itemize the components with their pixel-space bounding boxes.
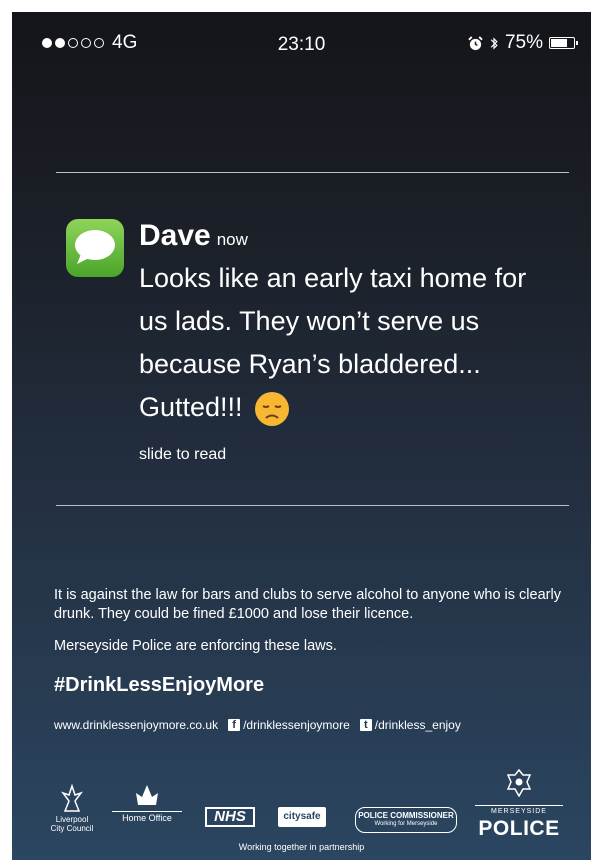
liver-bird-icon — [60, 783, 84, 812]
campaign-links: www.drinklessenjoymore.co.uk f /drinkles… — [54, 718, 461, 732]
home-office-label: Home Office — [112, 811, 182, 823]
facebook-icon: f — [228, 719, 241, 731]
notification-time: now — [216, 230, 248, 249]
campaign-hashtag: #DrinkLessEnjoyMore — [54, 674, 265, 696]
twitter-icon: t — [359, 719, 372, 731]
notification-body: Dave now Looks like an early taxi home fo… — [139, 219, 559, 429]
message-text: Looks like an early taxi home for us lad… — [139, 263, 527, 422]
twitter-link[interactable]: t /drinkless_enjoy — [359, 718, 461, 732]
sender-name: Dave — [139, 219, 211, 252]
commissioner-sub: Working for Merseyside — [374, 821, 438, 827]
messages-icon — [66, 219, 124, 277]
partnership-footer: Working together in partnership — [238, 842, 365, 852]
disappointed-face-emoji — [255, 391, 290, 426]
liverpool-label: Liverpool City Council — [50, 815, 94, 833]
police-label: POLICE — [478, 817, 560, 840]
facebook-handle: /drinklessenjoymore — [243, 718, 350, 732]
partner-logos: Liverpool City Council Home Office NHS c… — [50, 767, 581, 840]
citysafe-logo: citysafe — [278, 807, 326, 827]
battery-icon — [549, 37, 578, 49]
police-commissioner-logo: POLICE COMMISSIONER Working for Merseysi… — [355, 807, 457, 833]
facebook-link[interactable]: f /drinklessenjoymore — [228, 718, 350, 732]
twitter-handle: /drinkless_enjoy — [374, 718, 461, 732]
lock-screen-ad: 4G 23:10 75% Dave now Looks like an earl… — [12, 12, 591, 860]
bluetooth-icon — [490, 36, 498, 50]
home-office-logo: Home Office — [112, 779, 182, 823]
alarm-icon — [468, 35, 483, 50]
notification-header: Dave now — [139, 219, 559, 253]
merseyside-label: MERSEYSIDE — [475, 805, 563, 815]
liverpool-logo: Liverpool City Council — [50, 783, 94, 833]
nhs-logo: NHS — [205, 807, 255, 827]
law-text: It is against the law for bars and clubs… — [54, 587, 561, 622]
police-crest-icon — [506, 768, 532, 798]
bottom-divider — [56, 505, 569, 506]
top-divider — [56, 172, 569, 173]
slide-to-read[interactable]: slide to read — [139, 446, 226, 464]
commissioner-label: POLICE COMMISSIONER — [358, 811, 454, 820]
status-right: 75% — [468, 32, 578, 54]
crown-icon — [136, 785, 158, 805]
enforcement-text: Merseyside Police are enforcing these la… — [54, 638, 337, 654]
website-link[interactable]: www.drinklessenjoymore.co.uk — [54, 718, 218, 732]
battery-percent: 75% — [504, 32, 543, 53]
merseyside-police-logo: MERSEYSIDE POLICE — [475, 768, 563, 841]
status-bar: 4G 23:10 75% — [12, 12, 591, 55]
message-text-wrap: Looks like an early taxi home for us lad… — [139, 257, 559, 429]
